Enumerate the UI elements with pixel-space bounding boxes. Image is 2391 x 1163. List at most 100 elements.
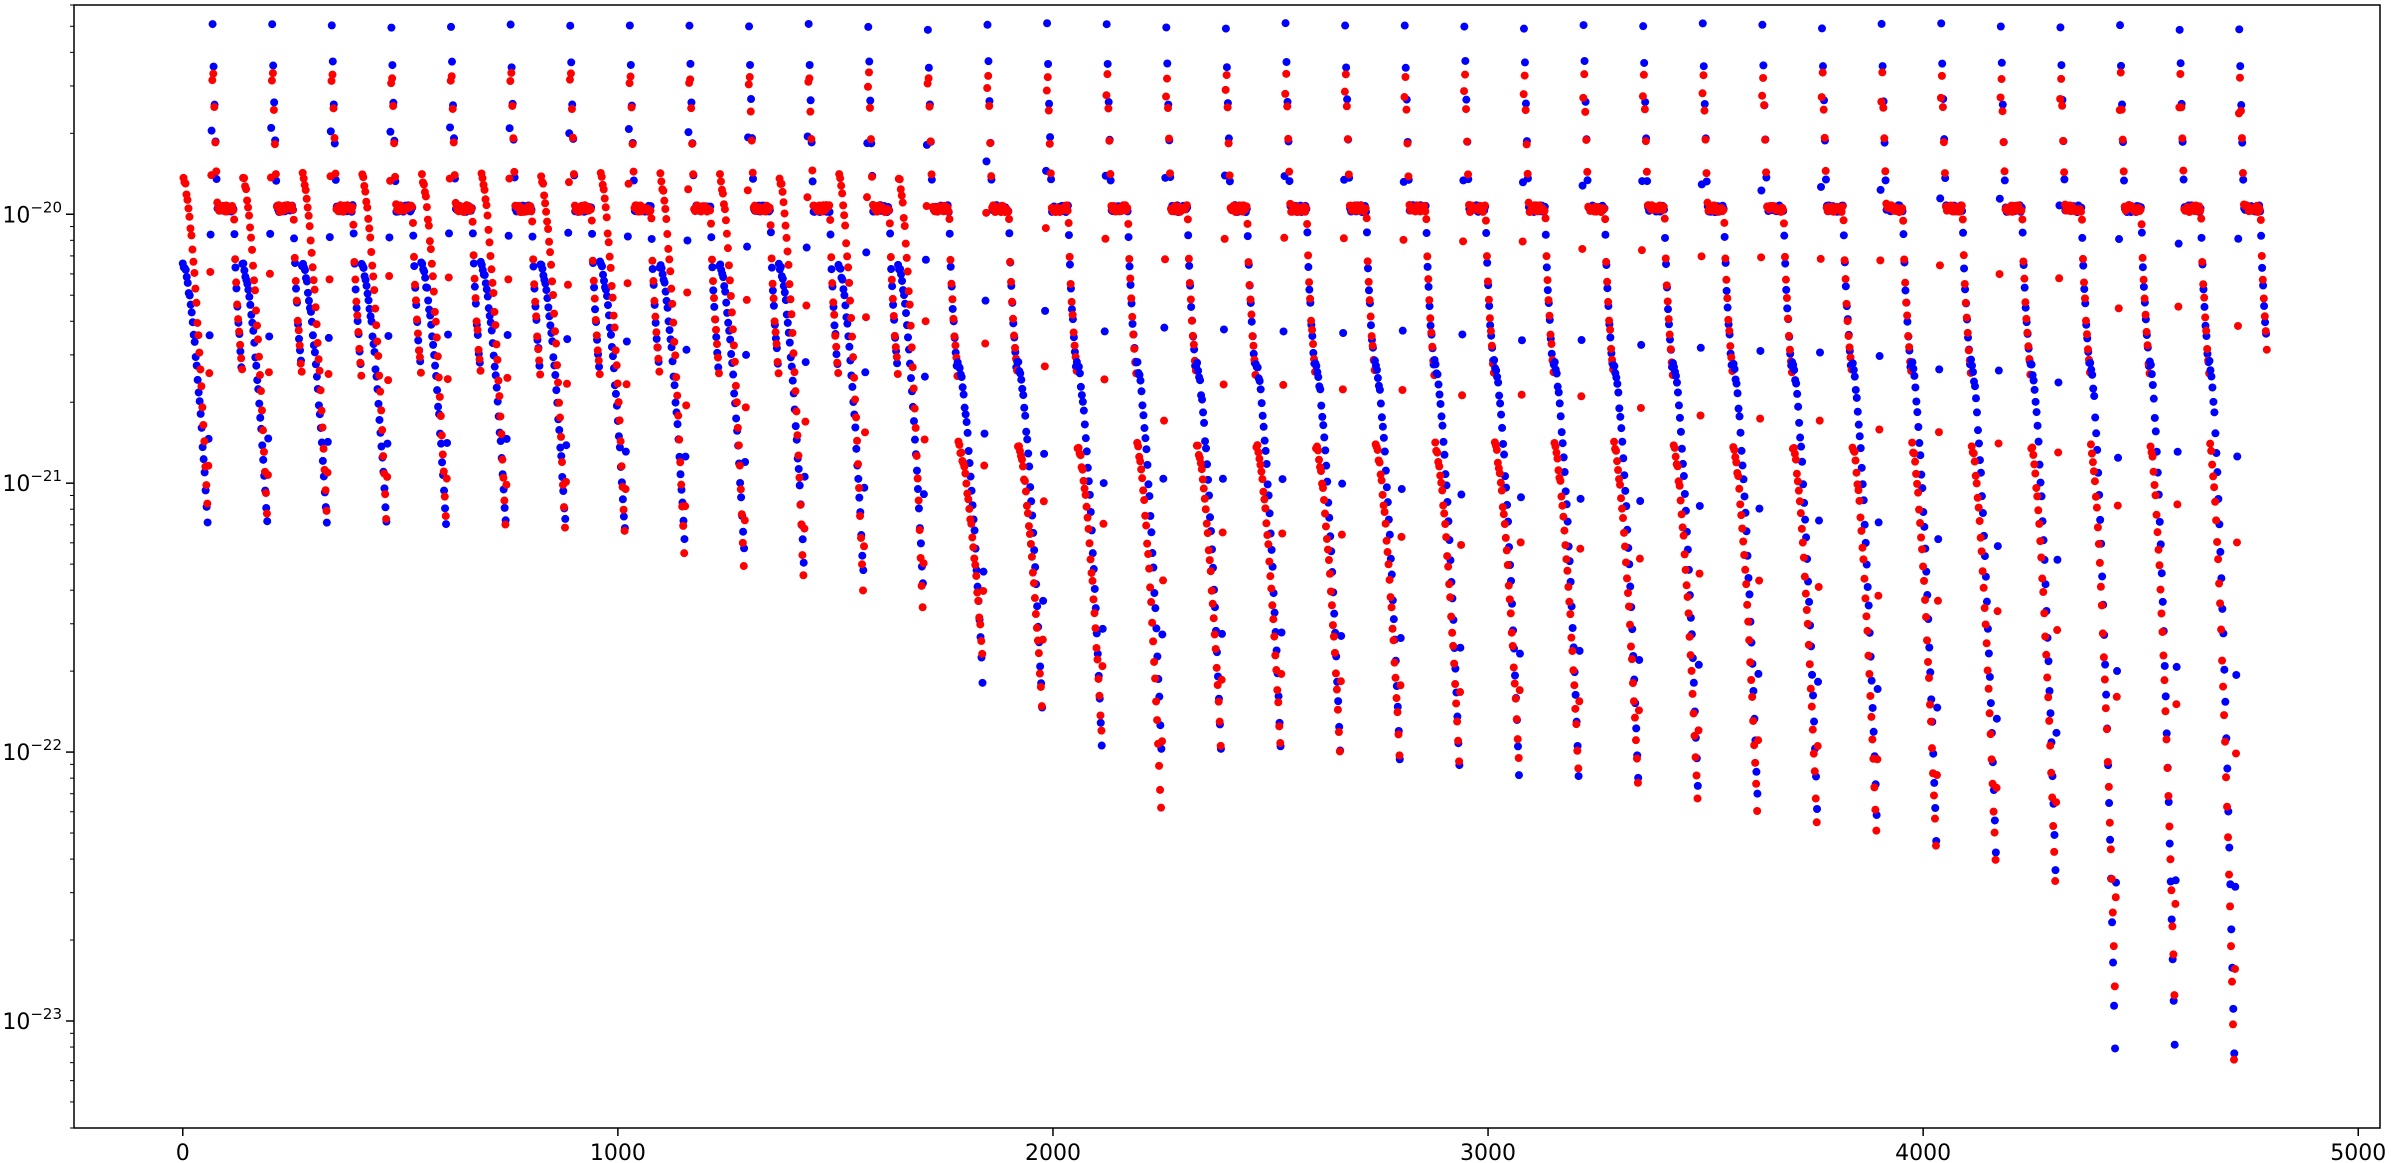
data-point: [982, 157, 991, 166]
data-point: [2155, 517, 2164, 526]
data-point: [617, 462, 626, 471]
data-point: [1033, 602, 1042, 611]
data-point: [1546, 330, 1555, 339]
data-point: [895, 175, 904, 184]
data-point: [805, 74, 814, 83]
data-point: [295, 341, 304, 350]
data-point: [304, 296, 313, 305]
data-point: [1483, 277, 1492, 286]
data-point: [1815, 416, 1824, 425]
data-point: [854, 460, 863, 469]
data-point: [1162, 92, 1171, 101]
data-point: [2211, 497, 2220, 506]
data-point: [1851, 456, 1860, 465]
data-point: [2000, 167, 2009, 176]
data-point: [778, 274, 787, 283]
data-point: [981, 339, 990, 348]
data-point: [492, 383, 501, 392]
data-point: [1993, 542, 2002, 551]
data-point: [1622, 558, 1630, 567]
data-point: [269, 61, 278, 70]
data-point: [1556, 476, 1565, 485]
data-point: [1336, 677, 1345, 686]
data-point: [1672, 378, 1681, 387]
data-point: [509, 134, 518, 143]
data-point: [597, 172, 606, 181]
data-point: [851, 395, 860, 404]
data-point: [738, 538, 747, 547]
data-point: [1850, 447, 1859, 456]
data-point: [1735, 484, 1744, 493]
data-point: [1082, 502, 1091, 511]
data-point: [2039, 588, 2048, 597]
data-point: [962, 479, 971, 488]
data-point: [424, 221, 433, 230]
data-point: [322, 518, 331, 527]
data-point: [1155, 761, 1164, 770]
data-point: [1783, 314, 1792, 323]
data-point: [1334, 728, 1343, 737]
data-point: [389, 102, 398, 111]
data-point: [1513, 742, 1522, 751]
data-point: [2136, 205, 2145, 214]
data-point: [2033, 492, 2042, 501]
data-point: [1661, 233, 1670, 242]
data-point: [2235, 73, 2244, 82]
data-point: [1689, 709, 1698, 718]
data-point: [1541, 214, 1550, 223]
data-point: [1606, 325, 1615, 334]
data-point: [601, 203, 610, 212]
data-point: [2113, 501, 2122, 510]
data-point: [1925, 643, 1934, 652]
data-point: [1331, 669, 1340, 678]
data-point: [782, 233, 791, 242]
data-point: [920, 435, 929, 444]
data-point: [1203, 529, 1212, 538]
data-point: [1257, 399, 1266, 408]
data-point: [1044, 59, 1053, 68]
data-point: [1097, 726, 1106, 735]
data-point: [902, 309, 911, 318]
data-point: [233, 300, 242, 309]
data-point: [1433, 448, 1442, 457]
data-point: [1865, 670, 1874, 678]
data-point: [349, 229, 358, 238]
data-point: [195, 348, 204, 357]
data-point: [1702, 177, 1711, 186]
data-point: [654, 354, 663, 363]
data-point: [1247, 317, 1256, 326]
data-point: [984, 71, 993, 80]
data-point: [2086, 358, 2095, 367]
x-tick-label: 5000: [2330, 1141, 2386, 1163]
data-point: [1902, 298, 1911, 307]
data-point: [2020, 283, 2029, 292]
data-point: [1982, 639, 1991, 648]
data-point: [1451, 680, 1460, 689]
data-point: [2210, 483, 2219, 492]
data-point: [442, 474, 451, 483]
data-point: [667, 284, 676, 293]
data-point: [1217, 675, 1226, 684]
data-point: [682, 401, 691, 410]
data-point: [853, 436, 862, 445]
y-tick-label: 10−21: [2, 467, 62, 497]
data-point: [783, 318, 792, 327]
data-point: [1189, 340, 1198, 349]
data-point: [679, 521, 688, 530]
data-point: [316, 386, 325, 395]
data-point: [1921, 595, 1930, 604]
data-point: [1499, 510, 1508, 519]
data-point: [614, 398, 623, 407]
data-point: [331, 169, 340, 178]
data-point: [787, 310, 796, 319]
data-point: [552, 386, 561, 395]
data-point: [780, 288, 789, 297]
data-point: [563, 280, 572, 289]
data-point: [1023, 435, 1032, 444]
data-point: [1090, 609, 1099, 618]
data-point: [1970, 457, 1979, 466]
data-point: [288, 205, 297, 214]
data-point: [2206, 439, 2215, 448]
data-point: [328, 70, 337, 79]
data-point: [1621, 486, 1630, 495]
